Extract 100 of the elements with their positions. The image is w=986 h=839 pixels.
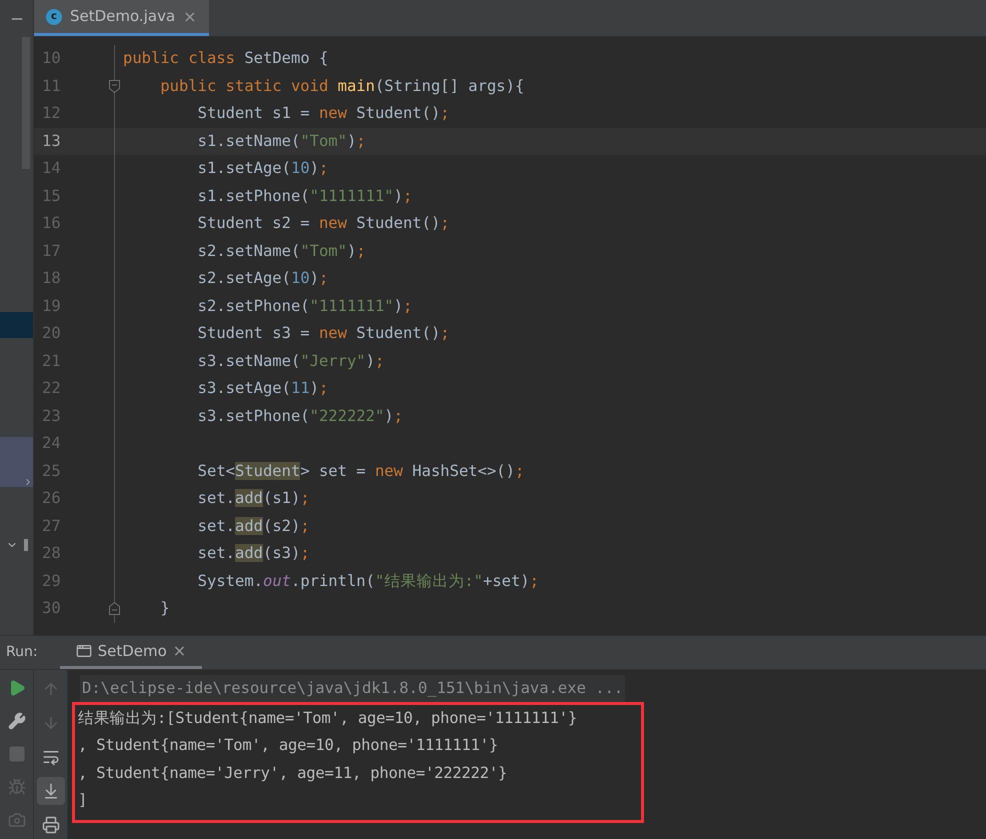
code-token: (s2): [262, 516, 300, 535]
line-number: 18: [41, 268, 62, 290]
code-token: ;: [300, 544, 310, 562]
fold-icon[interactable]: [109, 80, 120, 93]
code-token: new: [374, 462, 404, 480]
bug-icon[interactable]: [8, 778, 26, 796]
output-line: , Student{name='Jerry', age=11, phone='222222'}: [78, 762, 508, 784]
tree-row-highlight: [0, 312, 33, 338]
line-number: 25: [41, 460, 62, 482]
run-tab-close-button[interactable]: ×: [172, 639, 186, 663]
code-token: Student: [234, 462, 300, 480]
toolbar-toggle[interactable]: [36, 777, 64, 805]
tab-close-button[interactable]: ×: [183, 4, 197, 28]
code-token: public class: [123, 49, 236, 68]
line-number: 13: [41, 130, 62, 152]
line-number: 29: [41, 570, 62, 592]
code-token: 11: [290, 379, 310, 398]
line-number: 17: [41, 240, 62, 262]
code-token: Student s1 =: [196, 104, 311, 122]
code-token: > set =: [300, 462, 367, 480]
code-token: ;: [440, 104, 450, 122]
code-token: public static void: [159, 76, 330, 95]
code-token: set.: [196, 544, 235, 562]
line-number: 19: [41, 296, 62, 317]
code-token: "Tom": [300, 132, 347, 150]
code-token: ;: [440, 214, 450, 232]
fold-icon[interactable]: [109, 602, 120, 616]
code-token: s2.setName(: [196, 242, 300, 260]
line-number: 20: [41, 323, 62, 344]
code-token: ;: [530, 572, 539, 590]
code-token: Student(): [356, 104, 440, 122]
code-token: ;: [319, 159, 328, 178]
line-number: 12: [41, 103, 62, 124]
code-token: ): [346, 132, 356, 150]
camera-icon[interactable]: [8, 811, 26, 829]
code-token: ;: [300, 516, 310, 535]
code-token: +set): [482, 572, 530, 590]
code-token: add: [234, 544, 263, 562]
code-token: "Jerry": [300, 352, 366, 370]
line-number: 24: [41, 433, 62, 454]
code-token: out: [262, 572, 291, 590]
code-token: ;: [300, 489, 310, 508]
tab-label: SetDemo.java: [70, 6, 176, 28]
wrap-icon[interactable]: [42, 748, 60, 766]
code-token: 10: [290, 159, 310, 178]
line-number: 22: [41, 378, 62, 400]
line-number: 23: [41, 406, 62, 427]
output-line: ]: [78, 790, 88, 811]
code-token: "1111111": [310, 296, 394, 315]
code-token: ;: [319, 379, 328, 398]
output-line: , Student{name='Tom', age=10, phone='1111111'}: [78, 735, 500, 756]
code-token: add: [234, 489, 263, 508]
code-token: ;: [402, 296, 412, 315]
line-number: 14: [41, 158, 62, 180]
code-token: (String[] args){: [374, 76, 524, 95]
code-token: new: [318, 324, 348, 342]
code-token: new: [318, 104, 348, 122]
code-token: Student(): [356, 214, 440, 232]
code-token: s1.setName(: [196, 132, 300, 150]
run-tab[interactable]: SetDemo ×: [60, 636, 202, 669]
code-token: }: [159, 599, 170, 618]
code-token: 10: [290, 269, 310, 288]
code-token: ): [310, 159, 319, 178]
code-token: ): [384, 406, 394, 425]
print-icon[interactable]: [42, 816, 60, 834]
code-token: "1111111": [310, 186, 394, 205]
stop-icon[interactable]: [8, 745, 26, 763]
code-token: s1.setAge(: [196, 159, 291, 178]
line-number: 28: [41, 543, 62, 564]
wrench-icon[interactable]: [8, 712, 26, 730]
code-token: ;: [356, 132, 366, 150]
code-token: ): [310, 269, 319, 288]
code-token: ;: [402, 186, 412, 205]
code-token: "Tom": [300, 242, 347, 260]
code-token: ;: [514, 462, 524, 480]
code-token: ): [346, 242, 356, 260]
line-number: 11: [41, 76, 62, 97]
code-token: "222222": [310, 406, 384, 425]
code-token: s3.setPhone(: [196, 406, 310, 425]
editor-tab[interactable]: c SetDemo.java ×: [34, 0, 209, 36]
line-number: 27: [41, 516, 62, 537]
code-token: ): [394, 296, 403, 315]
code-token: ;: [319, 269, 328, 288]
code-token: s2.setPhone(: [196, 296, 310, 315]
code-token: s1.setPhone(: [196, 186, 310, 205]
folder-edge-icon: [24, 539, 28, 551]
code-token: s2.setAge(: [196, 269, 291, 288]
code-token: ;: [356, 242, 366, 260]
code-token: ;: [374, 352, 384, 370]
class-icon: c: [46, 8, 62, 24]
line-number: 10: [41, 48, 62, 70]
code-token: .println(: [290, 572, 375, 590]
code-token: (s3): [262, 544, 300, 562]
code-token: System.: [196, 572, 263, 590]
code-token: s3.setName(: [196, 352, 300, 370]
code-token: Set<: [196, 462, 235, 480]
code-token: ;: [440, 324, 450, 342]
code-token: (s1): [262, 489, 300, 508]
line-number: 16: [41, 213, 62, 234]
code-token: add: [234, 516, 263, 535]
